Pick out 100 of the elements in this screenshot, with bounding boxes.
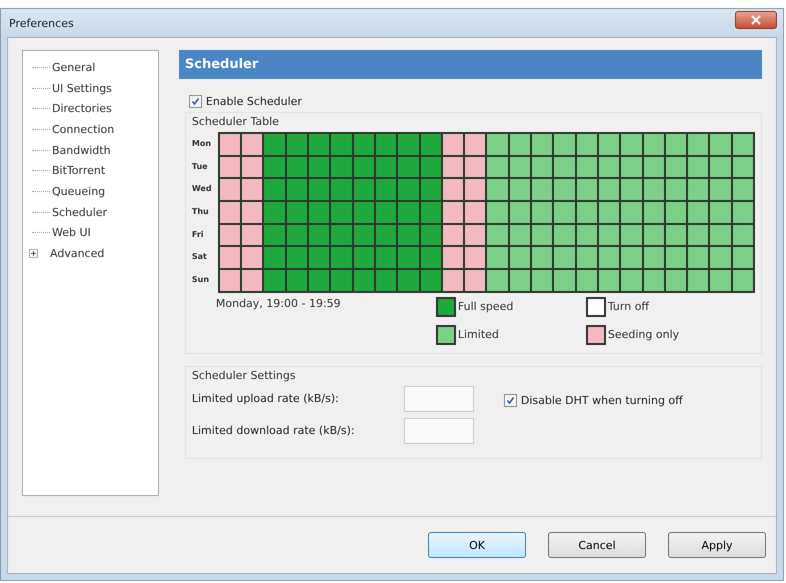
- schedule-cell[interactable]: [376, 156, 396, 178]
- schedule-cell[interactable]: [688, 247, 708, 268]
- schedule-cell[interactable]: [376, 134, 396, 155]
- schedule-cell[interactable]: [242, 202, 262, 223]
- schedule-cell[interactable]: [376, 202, 396, 223]
- schedule-cell[interactable]: [442, 202, 464, 223]
- schedule-cell[interactable]: [487, 224, 508, 246]
- schedule-cell[interactable]: [554, 224, 575, 246]
- schedule-cell[interactable]: [354, 179, 374, 200]
- schedule-cell[interactable]: [398, 179, 419, 200]
- schedule-cell[interactable]: [220, 202, 240, 223]
- schedule-cell[interactable]: [398, 224, 419, 246]
- schedule-cell[interactable]: [532, 224, 552, 246]
- schedule-cell[interactable]: [666, 247, 686, 268]
- schedule-cell[interactable]: [598, 247, 620, 268]
- schedule-cell[interactable]: [354, 156, 374, 178]
- schedule-cell[interactable]: [354, 134, 374, 155]
- schedule-cell[interactable]: [710, 224, 731, 246]
- schedule-cell[interactable]: [532, 270, 552, 291]
- schedule-cell[interactable]: [354, 224, 374, 246]
- schedule-cell[interactable]: [598, 270, 620, 291]
- close-button[interactable]: [735, 11, 777, 29]
- schedule-cell[interactable]: [710, 270, 731, 291]
- schedule-cell[interactable]: [510, 134, 530, 155]
- schedule-cell[interactable]: [510, 224, 530, 246]
- schedule-cell[interactable]: [286, 247, 308, 268]
- schedule-cell[interactable]: [220, 156, 240, 178]
- tree-item[interactable]: Advanced: [48, 247, 106, 260]
- schedule-cell[interactable]: [220, 134, 240, 155]
- tree-item[interactable]: BitTorrent: [50, 164, 108, 178]
- schedule-cell[interactable]: [732, 270, 753, 291]
- schedule-cell[interactable]: [732, 247, 753, 268]
- schedule-cell[interactable]: [376, 224, 396, 246]
- schedule-cell[interactable]: [621, 179, 642, 200]
- schedule-cell[interactable]: [442, 247, 464, 268]
- tree-item[interactable]: Bandwidth: [50, 144, 113, 157]
- schedule-cell[interactable]: [220, 179, 240, 200]
- schedule-cell[interactable]: [598, 202, 620, 223]
- schedule-cell[interactable]: [598, 134, 620, 155]
- schedule-cell[interactable]: [644, 270, 664, 291]
- schedule-cell[interactable]: [532, 156, 552, 178]
- schedule-cell[interactable]: [309, 179, 330, 200]
- schedule-cell[interactable]: [576, 156, 597, 178]
- checkbox[interactable]: [504, 394, 517, 407]
- schedule-cell[interactable]: [376, 270, 396, 291]
- schedule-cell[interactable]: [621, 134, 642, 155]
- schedule-cell[interactable]: [398, 202, 419, 223]
- tree-item[interactable]: Directories: [50, 102, 114, 116]
- schedule-cell[interactable]: [420, 179, 441, 200]
- schedule-cell[interactable]: [465, 247, 486, 268]
- schedule-cell[interactable]: [666, 134, 686, 155]
- schedule-cell[interactable]: [666, 156, 686, 178]
- schedule-cell[interactable]: [354, 270, 374, 291]
- schedule-cell[interactable]: [688, 202, 708, 223]
- schedule-cell[interactable]: [554, 179, 575, 200]
- schedule-cell[interactable]: [286, 179, 308, 200]
- tree-item[interactable]: Connection: [50, 122, 116, 136]
- schedule-cell[interactable]: [420, 270, 441, 291]
- schedule-cell[interactable]: [688, 224, 708, 246]
- schedule-cell[interactable]: [465, 270, 486, 291]
- schedule-cell[interactable]: [510, 270, 530, 291]
- schedule-cell[interactable]: [644, 202, 664, 223]
- schedule-cell[interactable]: [264, 224, 285, 246]
- schedule-cell[interactable]: [644, 224, 664, 246]
- schedule-cell[interactable]: [331, 224, 352, 246]
- schedule-cell[interactable]: [487, 179, 508, 200]
- schedule-cell[interactable]: [576, 270, 597, 291]
- tree-item[interactable]: UI Settings: [50, 82, 114, 95]
- schedule-cell[interactable]: [732, 224, 753, 246]
- schedule-cell[interactable]: [688, 134, 708, 155]
- schedule-cell[interactable]: [510, 156, 530, 178]
- schedule-cell[interactable]: [242, 224, 262, 246]
- schedule-cell[interactable]: [420, 134, 441, 155]
- schedule-cell[interactable]: [644, 179, 664, 200]
- schedule-cell[interactable]: [376, 179, 396, 200]
- schedule-cell[interactable]: [510, 247, 530, 268]
- schedule-cell[interactable]: [442, 224, 464, 246]
- schedule-cell[interactable]: [576, 134, 597, 155]
- input-field[interactable]: [404, 386, 474, 412]
- dialog-button[interactable]: Apply: [668, 532, 766, 558]
- schedule-cell[interactable]: [398, 134, 419, 155]
- schedule-cell[interactable]: [710, 179, 731, 200]
- schedule-cell[interactable]: [710, 202, 731, 223]
- schedule-cell[interactable]: [220, 224, 240, 246]
- schedule-cell[interactable]: [510, 179, 530, 200]
- schedule-cell[interactable]: [354, 247, 374, 268]
- schedule-cell[interactable]: [487, 156, 508, 178]
- schedule-cell[interactable]: [286, 134, 308, 155]
- schedule-cell[interactable]: [442, 270, 464, 291]
- schedule-cell[interactable]: [286, 270, 308, 291]
- schedule-cell[interactable]: [732, 156, 753, 178]
- schedule-cell[interactable]: [576, 179, 597, 200]
- schedule-cell[interactable]: [465, 202, 486, 223]
- schedule-cell[interactable]: [732, 179, 753, 200]
- schedule-cell[interactable]: [576, 224, 597, 246]
- schedule-cell[interactable]: [532, 179, 552, 200]
- schedule-cell[interactable]: [644, 156, 664, 178]
- schedule-cell[interactable]: [331, 156, 352, 178]
- schedule-cell[interactable]: [286, 156, 308, 178]
- schedule-cell[interactable]: [666, 202, 686, 223]
